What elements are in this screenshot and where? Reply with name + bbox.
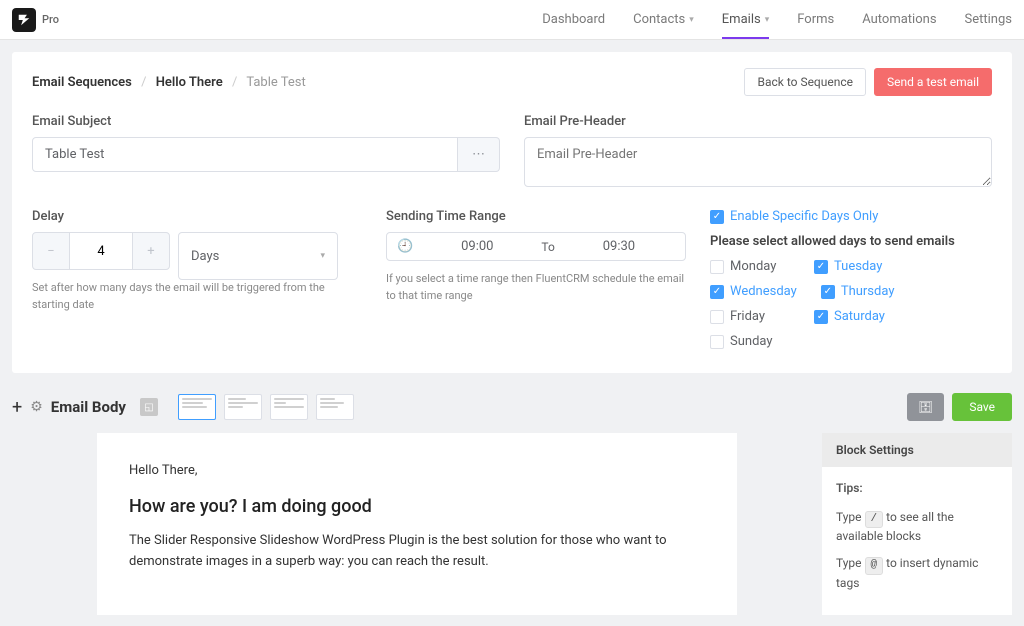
nav-dashboard[interactable]: Dashboard — [542, 0, 605, 39]
day-checkbox-wednesday[interactable] — [710, 285, 724, 299]
template-thumb-3[interactable] — [270, 394, 308, 420]
day-label-monday[interactable]: Monday — [730, 259, 776, 274]
email-body-title: Email Body — [51, 398, 126, 416]
chevron-down-icon: ▾ — [765, 15, 770, 25]
email-heading: How are you? I am doing good — [129, 496, 705, 517]
tips-title: Tips: — [836, 481, 998, 495]
nav-settings[interactable]: Settings — [965, 0, 1012, 39]
pro-badge: Pro — [42, 13, 59, 26]
day-label-tuesday[interactable]: Tuesday — [834, 259, 882, 274]
time-from-value[interactable]: 09:00 — [421, 239, 533, 254]
breadcrumb-seq[interactable]: Hello There — [156, 75, 223, 90]
body-badge: ◱ — [140, 398, 158, 416]
slash-key: / — [865, 511, 884, 528]
breadcrumb: Email Sequences / Hello There / Table Te… — [32, 75, 306, 90]
nav-automations[interactable]: Automations — [862, 0, 936, 39]
day-label-thursday[interactable]: Thursday — [841, 284, 895, 299]
at-key: @ — [865, 557, 884, 574]
day-checkbox-tuesday[interactable] — [814, 260, 828, 274]
time-to-value[interactable]: 09:30 — [563, 239, 675, 254]
template-thumb-2[interactable] — [224, 394, 262, 420]
delay-decrement-button[interactable]: − — [32, 232, 70, 270]
app-logo[interactable] — [12, 8, 36, 32]
clock-icon: 🕘 — [397, 239, 413, 254]
back-to-sequence-button[interactable]: Back to Sequence — [744, 68, 866, 96]
save-button[interactable]: Save — [952, 393, 1012, 421]
enable-specific-days-label[interactable]: Enable Specific Days Only — [730, 209, 878, 224]
email-subject-input[interactable] — [32, 137, 458, 172]
delay-stepper[interactable]: − + — [32, 232, 170, 270]
breadcrumb-root[interactable]: Email Sequences — [32, 75, 132, 90]
day-label-sunday[interactable]: Sunday — [730, 334, 773, 349]
add-block-button[interactable]: + — [12, 397, 22, 418]
enable-specific-days-checkbox[interactable] — [710, 210, 724, 224]
day-checkbox-friday[interactable] — [710, 310, 724, 324]
time-range-picker[interactable]: 🕘 09:00 To 09:30 — [386, 232, 686, 261]
chevron-down-icon: ▾ — [689, 15, 694, 25]
email-preheader-input[interactable] — [524, 137, 992, 187]
time-to-label: To — [533, 240, 562, 254]
email-body-canvas[interactable]: Hello There, How are you? I am doing goo… — [97, 433, 737, 615]
day-label-saturday[interactable]: Saturday — [834, 309, 885, 324]
day-label-friday[interactable]: Friday — [730, 309, 765, 324]
chevron-down-icon: ▾ — [320, 251, 325, 261]
delay-value-input[interactable] — [70, 232, 132, 270]
tip-2: Type@to insert dynamic tags — [836, 555, 998, 591]
nav-forms[interactable]: Forms — [797, 0, 834, 39]
block-settings-header: Block Settings — [822, 433, 1012, 467]
day-checkbox-saturday[interactable] — [814, 310, 828, 324]
email-greeting: Hello There, — [129, 461, 705, 482]
day-checkbox-thursday[interactable] — [821, 285, 835, 299]
days-prompt: Please select allowed days to send email… — [710, 234, 992, 249]
settings-icon[interactable]: ⚙ — [30, 399, 43, 415]
email-preheader-label: Email Pre-Header — [524, 114, 992, 129]
email-subject-label: Email Subject — [32, 114, 500, 129]
send-test-email-button[interactable]: Send a test email — [874, 68, 992, 96]
template-thumb-1[interactable] — [178, 394, 216, 420]
tip-1: Type/to see all the available blocks — [836, 509, 998, 545]
breadcrumb-step: Table Test — [246, 75, 305, 90]
nav-emails[interactable]: Emails▾ — [722, 0, 769, 39]
email-paragraph: The Slider Responsive Slideshow WordPres… — [129, 531, 705, 573]
day-label-wednesday[interactable]: Wednesday — [730, 284, 797, 299]
day-checkbox-monday[interactable] — [710, 260, 724, 274]
archive-button[interactable]: 🗄 — [907, 393, 944, 421]
subject-more-button[interactable]: ⋯ — [458, 137, 500, 172]
delay-unit-select[interactable]: Days ▾ — [178, 232, 338, 280]
nav-contacts[interactable]: Contacts▾ — [633, 0, 694, 39]
template-thumb-4[interactable] — [316, 394, 354, 420]
time-range-label: Sending Time Range — [386, 209, 686, 224]
delay-increment-button[interactable]: + — [132, 232, 170, 270]
delay-help-text: Set after how many days the email will b… — [32, 280, 362, 313]
delay-label: Delay — [32, 209, 362, 224]
day-checkbox-sunday[interactable] — [710, 335, 724, 349]
time-range-help-text: If you select a time range then FluentCR… — [386, 271, 686, 304]
